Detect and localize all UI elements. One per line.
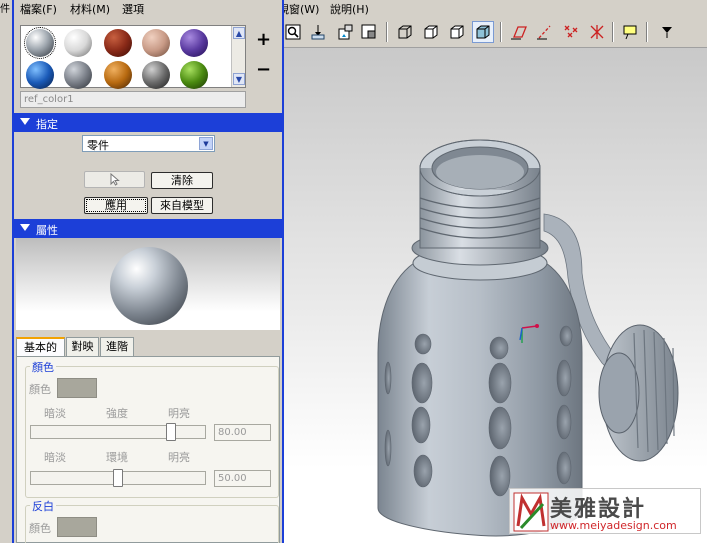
menu-window-partial[interactable]: 視窗(W) bbox=[278, 1, 319, 17]
intensity-slider[interactable] bbox=[30, 425, 206, 439]
color-group-title: 顏色 bbox=[30, 359, 56, 375]
tab-map[interactable]: 對映 bbox=[66, 337, 99, 357]
app-menubar: 視窗(W) 說明(H) bbox=[278, 0, 707, 17]
properties-section-label: 屬性 bbox=[36, 224, 58, 237]
intensity-slider-thumb[interactable] bbox=[165, 423, 176, 441]
swatch-white[interactable] bbox=[64, 29, 92, 57]
toolbar-separator bbox=[500, 22, 502, 42]
property-tabs: 基本的 對映 進階 bbox=[16, 337, 280, 358]
material-name-field[interactable]: ref_color1 bbox=[20, 91, 246, 108]
highlight-group-title: 反白 bbox=[30, 498, 56, 514]
wireframe-icon[interactable] bbox=[394, 21, 416, 43]
clear-button[interactable]: 清除 bbox=[151, 172, 213, 189]
spin-center-icon[interactable] bbox=[308, 21, 330, 43]
scroll-up-icon[interactable]: ▲ bbox=[233, 27, 245, 39]
more-icon[interactable] bbox=[656, 21, 678, 43]
intensity-label: 強度 bbox=[106, 407, 128, 420]
intensity-high-label: 明亮 bbox=[168, 407, 190, 420]
swatch-purple[interactable] bbox=[180, 29, 208, 57]
ambient-label: 環境 bbox=[106, 451, 128, 464]
tab-basic[interactable]: 基本的 bbox=[16, 337, 65, 358]
highlight-color-label: 顏色 bbox=[29, 522, 51, 535]
collapse-triangle-icon bbox=[20, 118, 30, 125]
collapse-triangle-icon bbox=[20, 224, 30, 231]
apply-button[interactable]: 應用 bbox=[84, 197, 148, 214]
datum-plane-icon[interactable] bbox=[508, 21, 530, 43]
assign-target-select[interactable]: 零件 ▼ bbox=[82, 135, 215, 152]
ambient-slider-thumb[interactable] bbox=[113, 469, 123, 487]
swatch-ref-color1[interactable] bbox=[24, 27, 56, 59]
highlight-group: 反白 顏色 bbox=[25, 498, 279, 543]
assign-target-value: 零件 bbox=[87, 139, 109, 152]
from-model-button[interactable]: 來自模型 bbox=[151, 197, 213, 214]
cursor-arrow-icon bbox=[110, 172, 120, 186]
swatch-dark-gray[interactable] bbox=[142, 61, 170, 89]
watermark: 美雅設計 www.meiyadesign.com bbox=[509, 488, 701, 534]
add-material-button[interactable]: + bbox=[256, 29, 271, 50]
tab-basic-panel: 顏色 顏色 暗淡 強度 明亮 80.00 暗淡 環境 明亮 50.00 反白 顏… bbox=[16, 356, 280, 543]
ambient-low-label: 暗淡 bbox=[44, 451, 66, 464]
bottle-model bbox=[377, 139, 679, 537]
ambient-value-field[interactable]: 50.00 bbox=[214, 470, 271, 487]
toolbar-separator bbox=[646, 22, 648, 42]
intensity-low-label: 暗淡 bbox=[44, 407, 66, 420]
tab-advanced[interactable]: 進階 bbox=[100, 337, 134, 357]
view-manager-icon[interactable] bbox=[334, 21, 356, 43]
scroll-down-icon[interactable]: ▼ bbox=[233, 73, 245, 85]
dialog-menubar: 檔案(F) 材料(M) 選項 bbox=[14, 0, 282, 16]
assign-section-label: 指定 bbox=[36, 118, 58, 131]
swatch-green[interactable] bbox=[180, 61, 208, 89]
datum-axis-icon[interactable] bbox=[534, 21, 556, 43]
named-views-icon[interactable] bbox=[358, 21, 380, 43]
toolbar-separator bbox=[612, 22, 614, 42]
swatch-scrollbar[interactable]: ▲ ▼ bbox=[231, 26, 245, 87]
toolbar-separator bbox=[386, 22, 388, 42]
intensity-value-field[interactable]: 80.00 bbox=[214, 424, 271, 441]
swatch-blue[interactable] bbox=[26, 61, 54, 89]
swatch-tan[interactable] bbox=[142, 29, 170, 57]
model-viewport[interactable] bbox=[282, 48, 707, 543]
watermark-logo-icon bbox=[513, 492, 549, 532]
watermark-url: www.meiyadesign.com bbox=[550, 519, 677, 532]
hidden-line-icon[interactable] bbox=[420, 21, 442, 43]
no-hidden-icon[interactable] bbox=[446, 21, 468, 43]
highlight-color-chip[interactable] bbox=[57, 517, 97, 537]
shading-icon[interactable] bbox=[472, 21, 494, 43]
coordinate-system-icon[interactable] bbox=[586, 21, 608, 43]
annotation-icon[interactable] bbox=[620, 21, 642, 43]
material-preview bbox=[16, 238, 280, 330]
datum-point-icon[interactable] bbox=[560, 21, 582, 43]
app-toolbar bbox=[282, 17, 707, 48]
material-swatch-list: ▲ ▼ bbox=[20, 25, 246, 89]
color-group: 顏色 顏色 暗淡 強度 明亮 80.00 暗淡 環境 明亮 50.00 bbox=[25, 359, 279, 498]
chevron-down-icon[interactable]: ▼ bbox=[199, 137, 213, 150]
assign-section-header[interactable]: 指定 bbox=[14, 113, 282, 132]
color-chip[interactable] bbox=[57, 378, 97, 398]
swatch-gray[interactable] bbox=[64, 61, 92, 89]
menu-help[interactable]: 說明(H) bbox=[330, 1, 369, 17]
swatch-orange[interactable] bbox=[104, 61, 132, 89]
menu-options[interactable]: 選項 bbox=[122, 1, 144, 17]
properties-section-header[interactable]: 屬性 bbox=[14, 219, 282, 238]
preview-sphere bbox=[110, 247, 188, 325]
zoom-icon[interactable] bbox=[282, 21, 304, 43]
ambient-high-label: 明亮 bbox=[168, 451, 190, 464]
color-label: 顏色 bbox=[29, 383, 51, 396]
select-pick-button[interactable] bbox=[84, 171, 145, 188]
remove-material-button[interactable]: − bbox=[256, 59, 271, 80]
menu-file[interactable]: 檔案(F) bbox=[20, 1, 57, 17]
menu-material[interactable]: 材料(M) bbox=[70, 1, 110, 17]
screen: 件 視窗(W) 說明(H) 檔案(F) 材料(M) 選項 ▲ ▼ + − ref… bbox=[0, 0, 707, 543]
material-dialog: 檔案(F) 材料(M) 選項 ▲ ▼ + − ref_color1 指定 零件 … bbox=[12, 0, 284, 543]
swatch-brown-red[interactable] bbox=[104, 29, 132, 57]
